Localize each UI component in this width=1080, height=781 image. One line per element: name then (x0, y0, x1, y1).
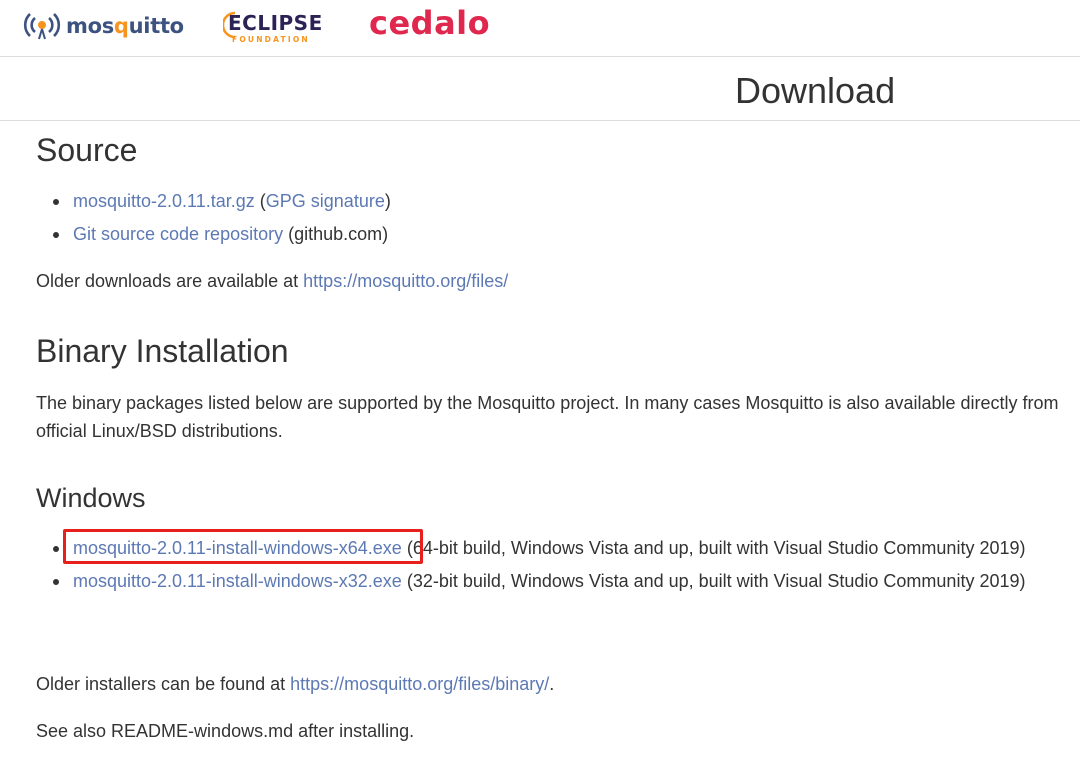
windows-download-list: mosquitto-2.0.11-install-windows-x64.exe… (53, 534, 1053, 600)
mosquitto-wordmark: mosquitto (66, 14, 184, 38)
bullet-icon (53, 199, 59, 205)
older-installers-link[interactable]: https://mosquitto.org/files/binary/ (290, 674, 549, 694)
windows-x64-installer-link[interactable]: mosquitto-2.0.11-install-windows-x64.exe (73, 538, 402, 558)
see-also-readme-text: See also README-windows.md after install… (36, 721, 415, 741)
title-bar: Download (0, 58, 1080, 121)
eclipse-foundation-subtext: FOUNDATION (232, 35, 310, 44)
cedalo-logo[interactable]: cedalo (369, 4, 490, 42)
older-downloads-link[interactable]: https://mosquitto.org/files/ (303, 271, 508, 291)
broadcast-wave-icon (23, 13, 61, 40)
list-item: mosquitto-2.0.11-install-windows-x32.exe… (53, 567, 1053, 595)
older-downloads-text: Older downloads are available at https:/… (36, 271, 509, 291)
windows-heading: Windows (36, 483, 146, 513)
source-tarball-link[interactable]: mosquitto-2.0.11.tar.gz (73, 191, 255, 211)
page-title: Download (735, 70, 896, 111)
mosquitto-logo[interactable]: mosquitto (22, 9, 184, 43)
windows-x32-installer-link[interactable]: mosquitto-2.0.11-install-windows-x32.exe (73, 571, 402, 591)
site-header: mosquitto ECLIPSE FOUNDATION cedalo (0, 0, 1080, 57)
page: mosquitto ECLIPSE FOUNDATION cedalo Down… (0, 0, 1080, 781)
git-repository-link[interactable]: Git source code repository (73, 224, 283, 244)
eclipse-wordmark: ECLIPSE (228, 11, 323, 35)
source-heading: Source (36, 132, 138, 168)
older-installers-text: Older installers can be found at https:/… (36, 674, 555, 694)
list-item: mosquitto-2.0.11-install-windows-x64.exe… (53, 534, 1053, 562)
bullet-icon (53, 579, 59, 585)
eclipse-foundation-logo[interactable]: ECLIPSE FOUNDATION (223, 11, 333, 47)
source-list: mosquitto-2.0.11.tar.gz (GPG signature) … (53, 187, 1053, 253)
list-item: Git source code repository (github.com) (53, 220, 1053, 248)
bullet-icon (53, 546, 59, 552)
binary-installation-heading: Binary Installation (36, 333, 289, 369)
gpg-signature-link[interactable]: GPG signature (266, 191, 385, 211)
bullet-icon (53, 232, 59, 238)
binary-description: The binary packages listed below are sup… (36, 393, 1059, 441)
list-item: mosquitto-2.0.11.tar.gz (GPG signature) (53, 187, 1053, 215)
